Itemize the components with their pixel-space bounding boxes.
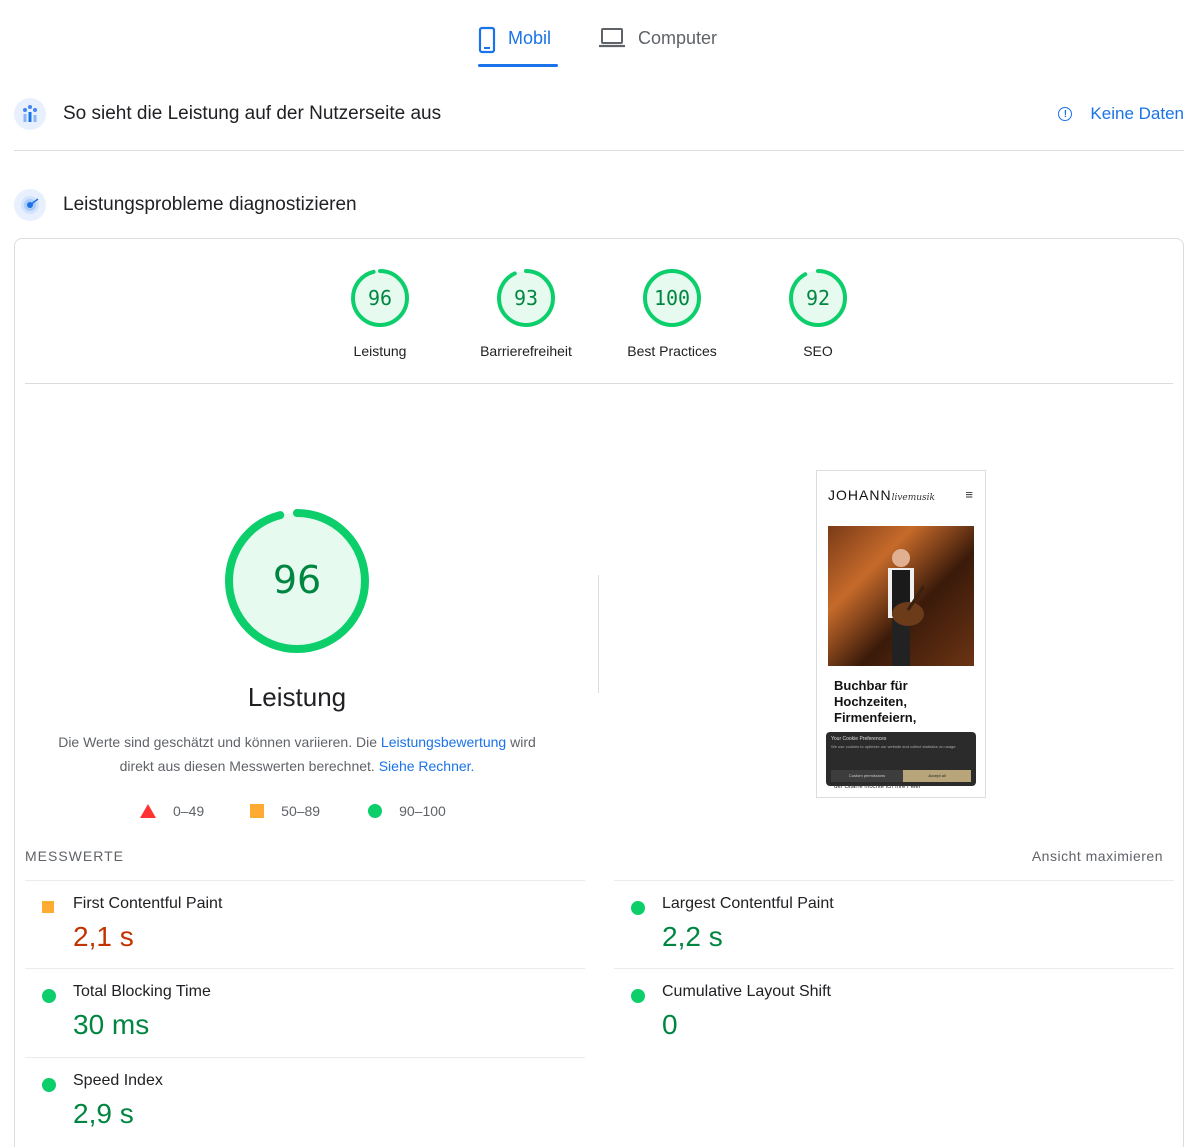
gauge-seo-label: SEO xyxy=(803,343,833,359)
legend-average-label: 50–89 xyxy=(281,803,321,819)
calculator-link[interactable]: Siehe Rechner. xyxy=(379,758,475,774)
preview-logo: JOHANNlivemusik xyxy=(828,487,936,503)
page-screenshot: JOHANNlivemusik ≡ Buchbar für Hochzeiten… xyxy=(816,470,986,798)
metric-value: 2,9 s xyxy=(73,1098,134,1129)
preview-photo xyxy=(828,526,974,666)
gauge-accessibility-value: 93 xyxy=(514,286,538,310)
circle-icon xyxy=(368,804,383,818)
guitarist-image xyxy=(888,549,924,666)
lab-data-title: Leistungsprobleme diagnostizieren xyxy=(63,194,357,215)
device-tabs: Mobil Computer xyxy=(0,20,1200,68)
hamburger-menu-icon: ≡ xyxy=(965,487,973,502)
info-icon: ! xyxy=(1058,107,1073,121)
no-data-label: Keine Daten xyxy=(1090,104,1184,123)
metric-name: Total Blocking Time xyxy=(73,983,211,1000)
cookie-accept-button: Accept all xyxy=(903,770,971,782)
active-tab-indicator xyxy=(478,64,558,67)
smartphone-icon xyxy=(478,24,496,54)
metric-tbt: Total Blocking Time 30 ms xyxy=(25,968,585,1056)
score-legend: 0–49 50–89 90–100 xyxy=(140,800,446,822)
gauge-best-practices-ring: 100 xyxy=(643,269,701,327)
performance-scoring-link[interactable]: Leistungsbewertung xyxy=(381,734,506,750)
gauge-best-practices[interactable]: 100 Best Practices xyxy=(602,268,742,359)
metric-value: 2,2 s xyxy=(662,921,723,952)
tab-computer-label: Computer xyxy=(638,28,718,48)
tab-mobile-label: Mobil xyxy=(508,28,552,48)
gauge-seo[interactable]: 92 SEO xyxy=(748,268,888,359)
circle-icon xyxy=(631,989,645,1003)
metric-cls: Cumulative Layout Shift 0 xyxy=(614,968,1174,1056)
cookie-banner: Your Cookie Preferences We use cookies t… xyxy=(826,732,976,786)
field-data-title: So sieht die Leistung auf der Nutzerseit… xyxy=(63,103,442,124)
tab-computer[interactable]: Computer xyxy=(598,20,728,68)
circle-icon xyxy=(42,989,56,1003)
legend-average: 50–89 xyxy=(204,803,320,819)
gauge-best-practices-value: 100 xyxy=(654,286,690,310)
legend-pass: 90–100 xyxy=(320,803,446,819)
gauge-accessibility-label: Barrierefreiheit xyxy=(480,343,572,359)
circle-icon xyxy=(631,901,645,915)
gauge-performance[interactable]: 96 Leistung xyxy=(310,268,450,359)
score-description: Die Werte sind geschätzt und können vari… xyxy=(40,730,554,778)
metric-value: 30 ms xyxy=(73,1009,150,1040)
expand-view-button[interactable]: Ansicht maximieren xyxy=(1032,848,1163,864)
field-data-header: So sieht die Leistung auf der Nutzerseit… xyxy=(14,94,1184,134)
gauge-performance-label: Leistung xyxy=(353,343,407,359)
circle-icon xyxy=(42,1078,56,1092)
square-icon xyxy=(250,804,265,818)
metric-value: 2,1 s xyxy=(73,921,134,952)
score-gauges: 96 Leistung 93 Barrierefreiheit 100 Best… xyxy=(0,268,1200,368)
preview-headline: Buchbar für Hochzeiten, Firmenfeiern, xyxy=(834,678,917,725)
gauge-performance-value: 96 xyxy=(368,286,392,310)
cookie-text: We use cookies to optimize our website a… xyxy=(831,744,957,749)
metric-name: First Contentful Paint xyxy=(73,895,223,912)
tab-mobile[interactable]: Mobil xyxy=(478,20,560,68)
legend-pass-label: 90–100 xyxy=(399,803,446,819)
triangle-icon xyxy=(140,804,156,818)
section-divider xyxy=(14,150,1184,151)
metric-name: Speed Index xyxy=(73,1072,163,1089)
metric-name: Cumulative Layout Shift xyxy=(662,983,831,1000)
performance-main-gauge: 96 xyxy=(222,506,372,656)
cookie-buttons: Custom permissions Accept all xyxy=(831,770,971,782)
legend-fail: 0–49 xyxy=(140,803,204,819)
radar-icon xyxy=(14,189,46,221)
metrics-header: MESSWERTE Ansicht maximieren xyxy=(25,848,1163,868)
gauge-accessibility-ring: 93 xyxy=(497,269,555,327)
metrics-title: MESSWERTE xyxy=(25,848,124,864)
legend-fail-label: 0–49 xyxy=(173,803,205,819)
metric-name: Largest Contentful Paint xyxy=(662,895,834,912)
vertical-divider xyxy=(598,575,599,693)
gauge-performance-ring: 96 xyxy=(351,269,409,327)
square-icon xyxy=(42,901,54,913)
gauges-divider xyxy=(25,383,1173,384)
performance-main-value: 96 xyxy=(273,558,321,602)
desc-text-1: Die Werte sind geschätzt und können vari… xyxy=(58,734,381,750)
metric-fcp: First Contentful Paint 2,1 s xyxy=(25,880,585,968)
metric-lcp: Largest Contentful Paint 2,2 s xyxy=(614,880,1174,968)
gauge-best-practices-label: Best Practices xyxy=(627,343,717,359)
lab-data-header: Leistungsprobleme diagnostizieren xyxy=(14,185,1184,225)
gauge-seo-ring: 92 xyxy=(789,269,847,327)
preview-footer-text: der Gitarre möchte ich Ihre Feier xyxy=(834,784,921,790)
cookie-title: Your Cookie Preferences xyxy=(831,736,887,742)
gauge-seo-value: 92 xyxy=(806,286,830,310)
cookie-custom-button: Custom permissions xyxy=(831,770,903,782)
gauge-accessibility[interactable]: 93 Barrierefreiheit xyxy=(456,268,596,359)
metric-value: 0 xyxy=(662,1009,678,1040)
performance-main-label: Leistung xyxy=(247,682,347,712)
no-data-link[interactable]: ! Keine Daten xyxy=(1058,94,1184,134)
users-chart-icon xyxy=(14,98,46,130)
laptop-icon xyxy=(598,24,626,50)
metric-speed-index: Speed Index 2,9 s xyxy=(25,1057,585,1145)
